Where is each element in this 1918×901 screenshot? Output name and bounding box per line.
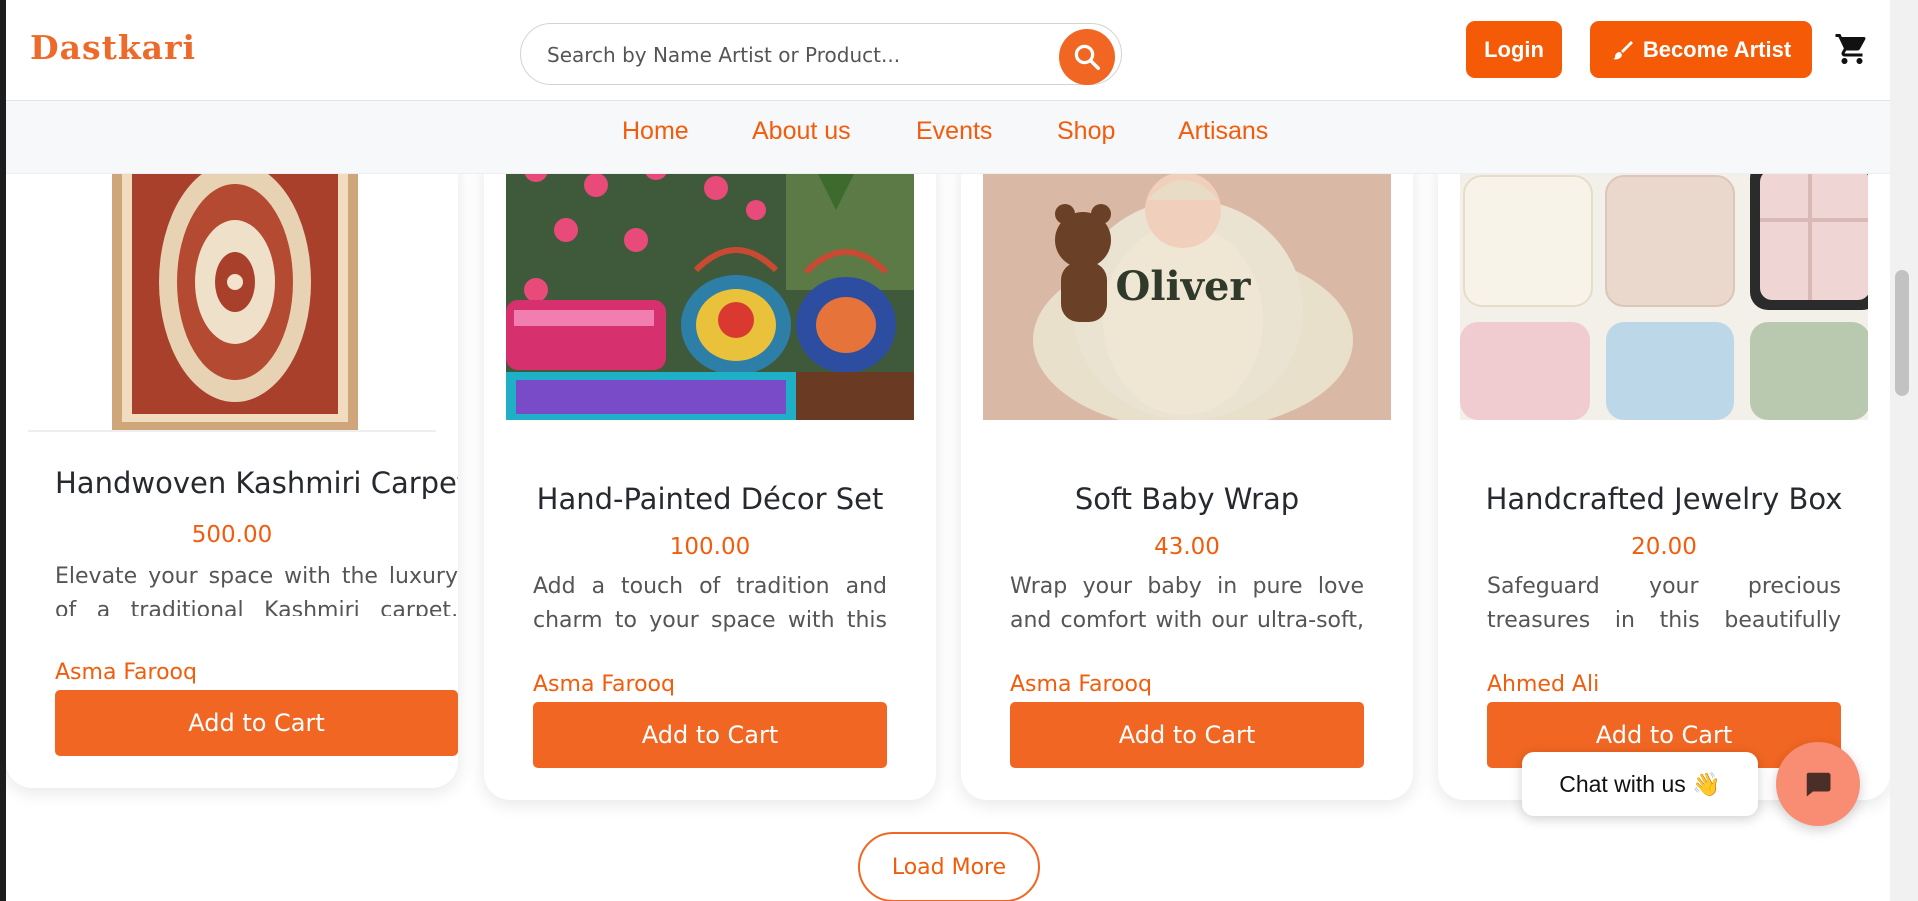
page: Dastkari Login Become Artist Home Abou bbox=[6, 0, 1890, 901]
search-icon bbox=[1074, 44, 1100, 70]
add-to-cart-button[interactable]: Add to Cart bbox=[533, 702, 887, 768]
svg-text:Oliver: Oliver bbox=[1116, 263, 1252, 310]
logo[interactable]: Dastkari bbox=[30, 28, 196, 67]
add-to-cart-button[interactable]: Add to Cart bbox=[55, 690, 458, 756]
product-price: 43.00 bbox=[1154, 534, 1220, 560]
chat-prompt[interactable]: Chat with us 👋 bbox=[1522, 752, 1758, 816]
chat-icon bbox=[1806, 772, 1831, 797]
product-title: Hand-Painted Décor Set bbox=[536, 482, 884, 516]
scrollbar-track[interactable] bbox=[1890, 0, 1918, 901]
nav-shop[interactable]: Shop bbox=[1057, 117, 1115, 146]
product-title: Handcrafted Jewelry Box bbox=[1485, 482, 1843, 516]
product-card[interactable]: Handcrafted Jewelry Box 20.00 Safeguard … bbox=[1438, 150, 1890, 800]
baby-wrap-image: Oliver bbox=[983, 150, 1391, 420]
decor-set-image bbox=[506, 150, 914, 420]
product-description: Wrap your baby in pure love and comfort … bbox=[1010, 574, 1364, 633]
main-nav: Home About us Events Shop Artisans bbox=[6, 101, 1890, 174]
become-artist-label: Become Artist bbox=[1642, 36, 1792, 62]
load-more-button[interactable]: Load More bbox=[858, 832, 1040, 901]
product-title: Handwoven Kashmiri Carpet bbox=[55, 466, 458, 500]
header: Dastkari Login Become Artist bbox=[6, 0, 1890, 101]
add-to-cart-button[interactable]: Add to Cart bbox=[1010, 702, 1364, 768]
product-card[interactable]: Handwoven Kashmiri Carpet 500.00 Elevate… bbox=[6, 150, 458, 788]
product-description: Safeguard your precious treasures in thi… bbox=[1487, 574, 1841, 633]
carpet-image bbox=[28, 150, 436, 432]
search-input[interactable] bbox=[545, 38, 1029, 72]
product-card[interactable]: Hand-Painted Décor Set 100.00 Add a touc… bbox=[484, 150, 936, 800]
product-artist[interactable]: Ahmed Ali bbox=[1487, 672, 1599, 697]
product-artist[interactable]: Asma Farooq bbox=[1010, 672, 1152, 697]
search-bar bbox=[520, 23, 1122, 85]
cart-icon[interactable] bbox=[1834, 31, 1870, 67]
product-title: Soft Baby Wrap bbox=[1074, 482, 1300, 516]
search-button[interactable] bbox=[1059, 29, 1115, 85]
chat-button[interactable] bbox=[1776, 742, 1860, 826]
login-button[interactable]: Login bbox=[1466, 21, 1562, 78]
product-description: Add a touch of tradition and charm to yo… bbox=[533, 574, 887, 633]
product-price: 100.00 bbox=[669, 534, 751, 560]
nav-home[interactable]: Home bbox=[622, 117, 689, 146]
product-description: Elevate your space with the luxury of a … bbox=[55, 564, 458, 616]
product-artist[interactable]: Asma Farooq bbox=[55, 660, 197, 685]
product-price: 500.00 bbox=[191, 522, 273, 548]
nav-artisans[interactable]: Artisans bbox=[1178, 117, 1268, 146]
product-card[interactable]: Oliver Soft Baby Wrap 43.00 Wrap your ba… bbox=[961, 150, 1413, 800]
product-artist[interactable]: Asma Farooq bbox=[533, 672, 675, 697]
become-artist-button[interactable]: Become Artist bbox=[1590, 21, 1812, 78]
product-price: 20.00 bbox=[1631, 534, 1697, 560]
scrollbar-thumb[interactable] bbox=[1895, 270, 1909, 396]
nav-about-us[interactable]: About us bbox=[752, 117, 851, 146]
jewelry-box-image bbox=[1460, 150, 1868, 420]
nav-events[interactable]: Events bbox=[916, 117, 992, 146]
paintbrush-icon bbox=[1612, 40, 1633, 59]
